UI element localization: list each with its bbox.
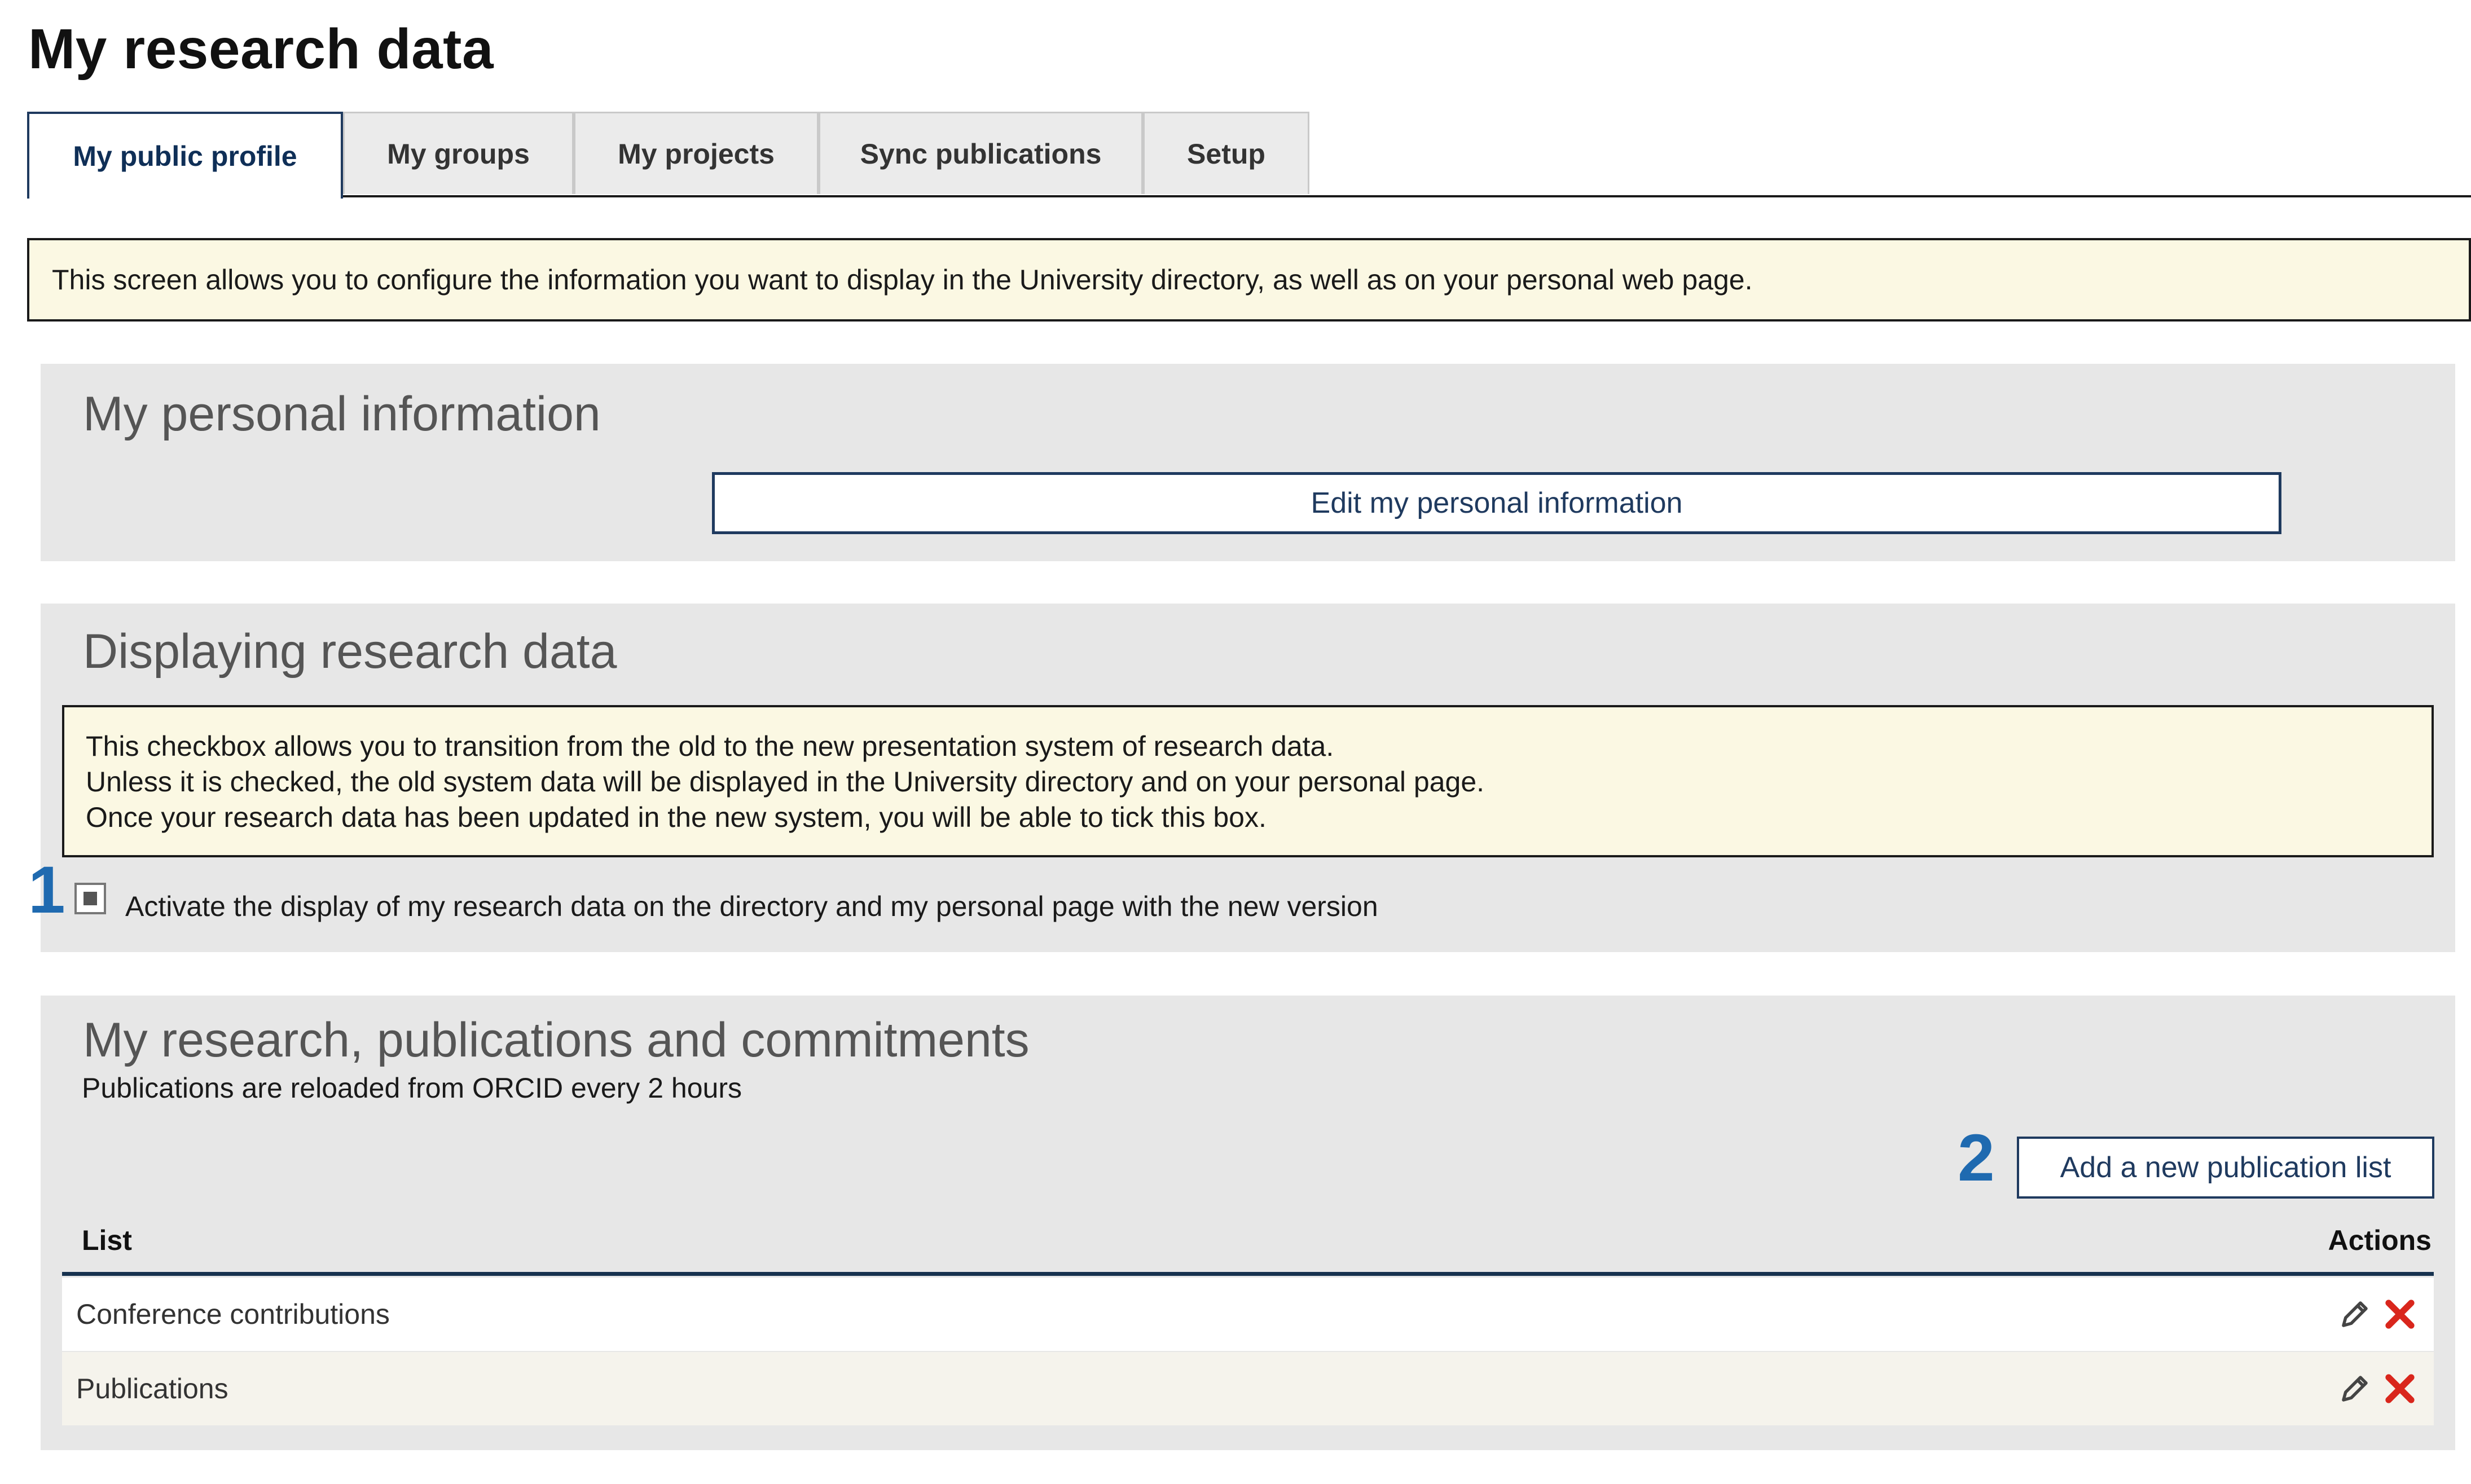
page-title: My research data: [28, 17, 494, 81]
tab-bar: My public profile My groups My projects …: [27, 112, 2471, 199]
tab-baseline: [27, 195, 2471, 197]
notice-line: Unless it is checked, the old system dat…: [86, 766, 1485, 798]
research-display-notice: This checkbox allows you to transition f…: [62, 705, 2434, 857]
delete-x-icon[interactable]: [2383, 1297, 2417, 1331]
row-name: Conference contributions: [76, 1298, 390, 1330]
edit-personal-info-button[interactable]: Edit my personal information: [712, 472, 2281, 534]
pencil-icon[interactable]: [2338, 1297, 2372, 1331]
tab-my-projects[interactable]: My projects: [574, 112, 819, 194]
column-header-list: List: [82, 1225, 132, 1256]
step-marker-1: 1: [28, 853, 65, 927]
table-row: Publications: [62, 1352, 2434, 1425]
tab-my-groups[interactable]: My groups: [343, 112, 574, 194]
row-name: Publications: [76, 1373, 228, 1404]
table-header-divider: [62, 1272, 2434, 1276]
tab-setup[interactable]: Setup: [1143, 112, 1309, 194]
personal-info-title: My personal information: [83, 387, 601, 441]
activate-display-label[interactable]: Activate the display of my research data…: [125, 890, 1378, 923]
delete-x-icon[interactable]: [2383, 1372, 2417, 1406]
info-notice: This screen allows you to configure the …: [27, 238, 2471, 322]
add-publication-list-button[interactable]: Add a new publication list: [2017, 1137, 2434, 1199]
publications-subtitle: Publications are reloaded from ORCID eve…: [82, 1072, 742, 1104]
pencil-icon[interactable]: [2338, 1372, 2372, 1406]
table-row: Conference contributions: [62, 1278, 2434, 1351]
tab-my-public-profile[interactable]: My public profile: [27, 112, 343, 199]
step-marker-2: 2: [1958, 1121, 1995, 1195]
research-display-title: Displaying research data: [83, 624, 617, 679]
activate-display-checkbox[interactable]: [74, 883, 106, 914]
info-notice-text: This screen allows you to configure the …: [52, 264, 1753, 296]
notice-line: This checkbox allows you to transition f…: [86, 730, 1334, 762]
publications-title: My research, publications and commitment…: [83, 1013, 1030, 1067]
tab-sync-publications[interactable]: Sync publications: [819, 112, 1143, 194]
notice-line: Once your research data has been updated…: [86, 802, 1267, 833]
column-header-actions: Actions: [2328, 1225, 2432, 1256]
